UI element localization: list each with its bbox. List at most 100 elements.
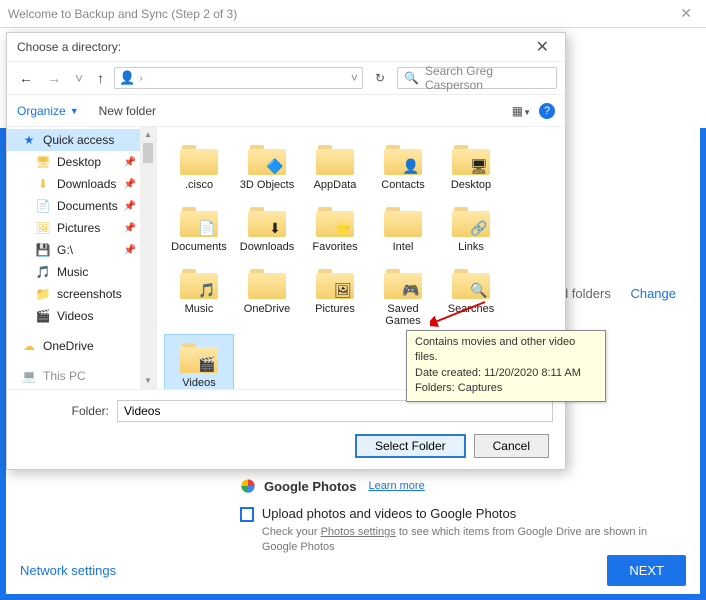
folder-label: Saved Games (369, 303, 437, 327)
folder-label: .cisco (165, 179, 233, 191)
upload-checkbox[interactable] (240, 507, 254, 522)
pin-icon: 📌 (124, 157, 136, 168)
tree-item-label: Desktop (57, 155, 101, 169)
nav-tree: ★Quick access🖥Desktop📌⬇Downloads📌📄Docume… (7, 127, 157, 389)
organize-menu[interactable]: Organize▼ (17, 104, 79, 118)
cancel-button[interactable]: Cancel (474, 434, 549, 458)
folder-desktop[interactable]: 🖥Desktop (437, 137, 505, 195)
folder-3d-objects[interactable]: 🔷 3D Objects (233, 137, 301, 195)
tree-item-label: Music (57, 265, 88, 279)
nav-up-button[interactable]: ↑ (93, 68, 108, 88)
folder-overlay-icon: 🎵 (198, 281, 216, 299)
folder-links[interactable]: 🔗Links (437, 199, 505, 257)
tree-item-quick-access[interactable]: ★ Quick access (7, 129, 156, 151)
pin-icon: 📌 (124, 245, 136, 256)
folder-overlay-icon: 📄 (198, 219, 216, 237)
tree-item-screenshots[interactable]: 📁 screenshots (7, 283, 156, 305)
folder-saved-games[interactable]: 🎮Saved Games (369, 261, 437, 331)
address-dropdown-icon[interactable]: ˅ (351, 71, 358, 85)
help-button[interactable]: ? (539, 103, 555, 119)
folder-favorites[interactable]: ⭐ Favorites (301, 199, 369, 257)
folder-downloads[interactable]: ⬇ Downloads (233, 199, 301, 257)
folder-overlay-icon: 🖥 (470, 157, 488, 175)
tree-item-label: This PC (43, 369, 86, 383)
search-box[interactable]: 🔍 Search Greg Casperson (397, 67, 557, 89)
folder-label: Music (165, 303, 233, 315)
folder-overlay-icon: 🔗 (470, 219, 488, 237)
nav-forward-button[interactable]: → (43, 68, 65, 88)
google-photos-icon (240, 478, 256, 494)
refresh-button[interactable]: ↻ (369, 69, 391, 87)
dialog-close-button[interactable]: ✕ (530, 35, 555, 59)
folder-label: Searches (437, 303, 505, 315)
tree-item-label: screenshots (57, 287, 122, 301)
outer-close-button[interactable]: ✕ (674, 5, 698, 22)
nav-recent-button[interactable]: ˅ (71, 68, 87, 88)
desktop-icon: 🖥 (35, 154, 51, 170)
tree-item-pictures[interactable]: 🖼Pictures📌 (7, 217, 156, 239)
photos-settings-link[interactable]: Photos settings (321, 526, 396, 538)
folder-label: Favorites (301, 241, 369, 253)
change-link[interactable]: Change (630, 286, 676, 301)
google-photos-heading: Google Photos Learn more (240, 478, 676, 494)
tree-item-label: G:\ (57, 243, 73, 257)
tree-item-this-pc[interactable]: 💻This PC (7, 365, 156, 387)
drive-icon: 💾 (35, 242, 51, 258)
pin-icon: 📌 (124, 201, 136, 212)
outer-window-title: Welcome to Backup and Sync (Step 2 of 3) (8, 7, 237, 21)
video-icon: 🎬 (35, 308, 51, 324)
folder-name-input[interactable] (117, 400, 553, 422)
folder-overlay-icon: 🔍 (470, 281, 488, 299)
folder-overlay-icon: ⭐ (334, 219, 352, 237)
folder-overlay-icon: 🔷 (266, 157, 284, 175)
learn-more-link[interactable]: Learn more (368, 480, 424, 492)
folder-videos[interactable]: 🎬Videos (165, 335, 233, 389)
folder-documents[interactable]: 📄 Documents (165, 199, 233, 257)
tree-item-label: Downloads (57, 177, 116, 191)
select-folder-button[interactable]: Select Folder (355, 434, 466, 458)
tree-item-videos[interactable]: 🎬Videos (7, 305, 156, 327)
tree-item-downloads[interactable]: ⬇Downloads📌 (7, 173, 156, 195)
file-picker-dialog: Choose a directory: ✕ ← → ˅ ↑ 👤 › ˅ ↻ 🔍 … (6, 32, 566, 470)
folder-overlay-icon: 👤 (402, 157, 420, 175)
nav-back-button[interactable]: ← (15, 68, 37, 88)
search-icon: 🔍 (404, 71, 419, 85)
network-settings-link[interactable]: Network settings (20, 563, 116, 578)
outer-window-titlebar: Welcome to Backup and Sync (Step 2 of 3)… (0, 0, 706, 28)
view-options-button[interactable]: ▦▼ (512, 104, 531, 118)
new-folder-button[interactable]: New folder (99, 104, 156, 118)
tree-item-onedrive[interactable]: ☁OneDrive (7, 335, 156, 357)
doc-icon: 📄 (35, 198, 51, 214)
dialog-title: Choose a directory: (17, 40, 121, 54)
folder-label: Documents (165, 241, 233, 253)
star-icon: ★ (21, 132, 37, 148)
folder-label: AppData (301, 179, 369, 191)
folder-tooltip: Contains movies and other video files. D… (406, 330, 606, 402)
next-button[interactable]: NEXT (607, 555, 686, 586)
pin-icon: 📌 (124, 179, 136, 190)
folder--cisco[interactable]: .cisco (165, 137, 233, 195)
folder-label: 3D Objects (233, 179, 301, 191)
tree-scrollbar[interactable]: ▲▼ (140, 127, 156, 389)
folder-icon: 📁 (35, 286, 51, 302)
folder-icon (382, 203, 424, 239)
tree-item-desktop[interactable]: 🖥 Desktop 📌 (7, 151, 156, 173)
folder-intel[interactable]: Intel (369, 199, 437, 257)
folder-label: Downloads (233, 241, 301, 253)
folder-onedrive[interactable]: OneDrive (233, 261, 301, 331)
tree-item-g-[interactable]: 💾 G:\ 📌 (7, 239, 156, 261)
folder-pictures[interactable]: 🖼Pictures (301, 261, 369, 331)
folder-music[interactable]: 🎵 Music (165, 261, 233, 331)
folder-overlay-icon: ⬇ (266, 219, 284, 237)
folder-label: Intel (369, 241, 437, 253)
cloud-icon: ☁ (21, 338, 37, 354)
tree-item-label: Quick access (43, 133, 114, 147)
folder-icon (246, 265, 288, 301)
folder-searches[interactable]: 🔍 Searches (437, 261, 505, 331)
tree-item-music[interactable]: 🎵Music (7, 261, 156, 283)
tree-item-documents[interactable]: 📄Documents📌 (7, 195, 156, 217)
folder-contacts[interactable]: 👤Contacts (369, 137, 437, 195)
address-bar[interactable]: 👤 › ˅ (114, 67, 363, 89)
folder-appdata[interactable]: AppData (301, 137, 369, 195)
decor-border (0, 594, 706, 600)
